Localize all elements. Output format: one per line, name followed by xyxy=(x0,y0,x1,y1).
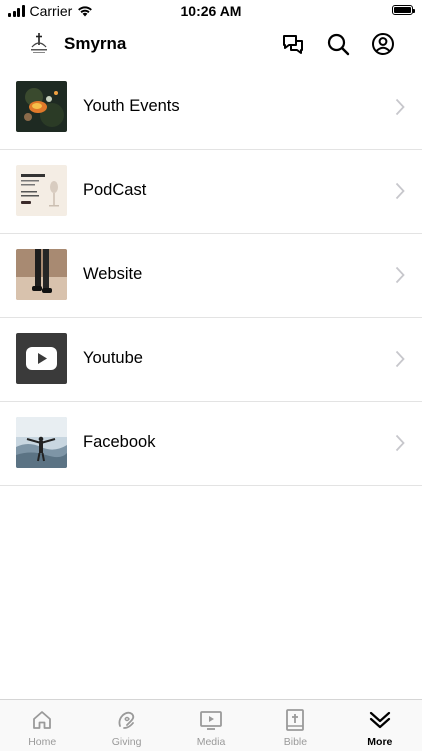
giving-icon xyxy=(115,708,139,732)
tab-media[interactable]: Media xyxy=(169,700,253,751)
profile-icon[interactable] xyxy=(370,31,396,57)
list-item-label: PodCast xyxy=(83,181,147,199)
facebook-thumbnail xyxy=(16,417,67,468)
list-item-podcast[interactable]: PodCast xyxy=(0,150,422,234)
youth-events-thumbnail xyxy=(16,81,67,132)
tab-bible[interactable]: Bible xyxy=(253,700,337,751)
tab-label: More xyxy=(367,736,393,748)
media-play-icon xyxy=(199,708,223,732)
battery-icon xyxy=(392,5,415,15)
chevron-right-icon xyxy=(395,266,405,284)
app-header: Smyrna xyxy=(0,22,422,66)
tab-label: Bible xyxy=(283,736,308,748)
website-thumbnail xyxy=(16,249,67,300)
church-logo-icon[interactable] xyxy=(26,30,52,56)
tab-home[interactable]: Home xyxy=(0,700,84,751)
youtube-thumbnail xyxy=(16,333,67,384)
list-item-youtube[interactable]: Youtube xyxy=(0,318,422,402)
list-item-youth-events[interactable]: Youth Events xyxy=(0,66,422,150)
status-time: 10:26 AM xyxy=(180,3,242,19)
double-chevron-down-icon xyxy=(368,708,392,732)
podcast-thumbnail xyxy=(16,165,67,216)
tab-label: Home xyxy=(28,736,57,748)
list-item-label: Facebook xyxy=(83,433,156,451)
tab-label: Giving xyxy=(111,736,142,748)
list-item-label: Website xyxy=(83,265,143,283)
list-item-website[interactable]: Website xyxy=(0,234,422,318)
status-bar: Carrier 10:26 AM xyxy=(0,0,422,22)
list-item-facebook[interactable]: Facebook xyxy=(0,402,422,486)
tab-label: Media xyxy=(196,736,226,748)
chevron-right-icon xyxy=(395,350,405,368)
list-item-label: Youtube xyxy=(83,349,143,367)
more-menu-list: Youth Events PodCast Website Youtube Fac… xyxy=(0,66,422,486)
app-title: Smyrna xyxy=(64,34,127,53)
tab-more[interactable]: More xyxy=(338,700,422,751)
home-icon xyxy=(30,708,54,732)
search-icon[interactable] xyxy=(325,31,351,57)
chevron-right-icon xyxy=(395,98,405,116)
chevron-right-icon xyxy=(395,434,405,452)
bottom-tab-bar: Home Giving Media Bible More xyxy=(0,699,422,751)
bible-icon xyxy=(283,708,307,732)
chevron-right-icon xyxy=(395,182,405,200)
tab-giving[interactable]: Giving xyxy=(84,700,168,751)
list-item-label: Youth Events xyxy=(83,97,180,115)
chat-bubbles-icon[interactable] xyxy=(280,31,306,57)
